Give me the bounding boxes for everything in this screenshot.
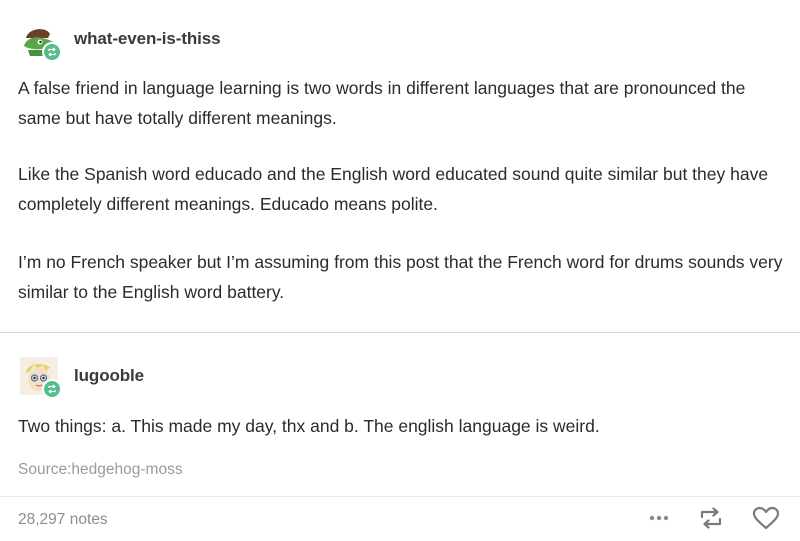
reblog-header: lugooble xyxy=(20,357,144,399)
avatar[interactable] xyxy=(20,20,62,62)
post-paragraph: A false friend in language learning is t… xyxy=(18,78,746,128)
post-author[interactable]: what-even-is-thiss xyxy=(74,29,221,49)
notes-count[interactable]: 28,297 notes xyxy=(18,511,108,529)
post-paragraph: I’m no French speaker but I’m assuming f… xyxy=(18,252,783,302)
source-label: Source: xyxy=(18,461,72,478)
reblog-icon[interactable] xyxy=(698,507,724,529)
reblog-author[interactable]: lugooble xyxy=(74,366,144,386)
post-actions xyxy=(648,506,780,530)
source-link[interactable]: hedgehog-moss xyxy=(71,461,182,478)
heart-icon[interactable] xyxy=(752,506,780,530)
reblog-badge-icon xyxy=(42,379,62,399)
source-line: Source:hedgehog-moss xyxy=(18,461,183,479)
divider xyxy=(0,332,800,333)
post-paragraph: Like the Spanish word educado and the En… xyxy=(18,164,769,214)
reblog-text: Two things: a. This made my day, thx and… xyxy=(18,416,600,436)
avatar[interactable] xyxy=(20,357,62,399)
more-icon[interactable] xyxy=(648,514,670,522)
footer-divider xyxy=(0,496,800,497)
reblog-badge-icon xyxy=(42,42,62,62)
post-header: what-even-is-thiss xyxy=(20,20,221,62)
